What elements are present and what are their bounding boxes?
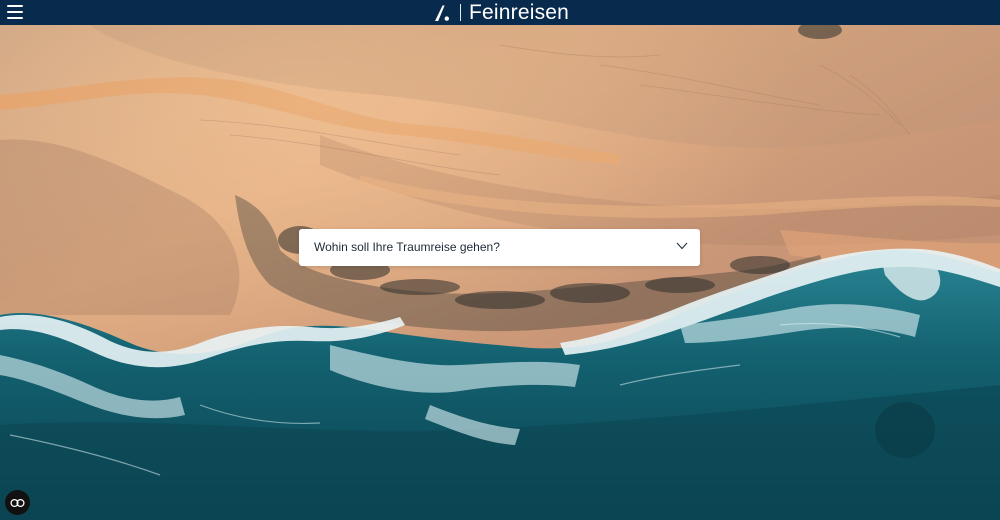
page: Feinreisen Wohin soll Ihre Traumreise ge…	[0, 0, 1000, 520]
feinreisen-logo-mark	[435, 5, 449, 21]
hamburger-menu-icon[interactable]	[7, 5, 24, 20]
top-header-bar: Feinreisen	[0, 0, 1000, 25]
hero-beach-image	[0, 25, 1000, 520]
brand-logo-link[interactable]: Feinreisen	[434, 1, 569, 24]
accessibility-button[interactable]	[5, 490, 30, 515]
destination-dropdown-label: Wohin soll Ihre Traumreise gehen?	[314, 240, 500, 254]
destination-dropdown[interactable]: Wohin soll Ihre Traumreise gehen?	[299, 229, 700, 266]
eye-accessibility-icon	[10, 498, 25, 507]
brand-name: Feinreisen	[469, 1, 570, 24]
brand-divider	[460, 4, 461, 21]
chevron-down-icon	[676, 242, 688, 250]
